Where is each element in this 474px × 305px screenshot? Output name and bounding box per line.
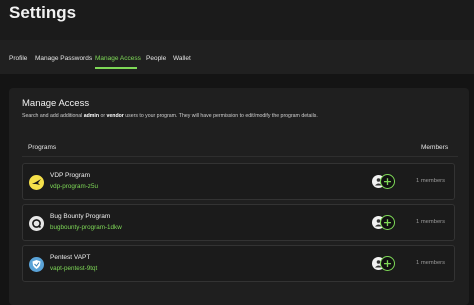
program-row[interactable]: Bug Bounty Program bugbounty-program-1dk… [22,204,455,241]
add-member-button[interactable]: + [380,256,395,271]
members-count: 1 members [416,260,445,266]
program-slug[interactable]: vdp-program-z5u [50,183,98,190]
program-row[interactable]: VDP Program vdp-program-z5u + 1 members [22,163,455,200]
page-title: Settings [9,3,77,22]
members-count: 1 members [416,178,445,184]
tabs-bar: Profile Manage Passwords Manage Access P… [0,40,474,74]
shield-icon [29,257,44,272]
programs-column-header: Programs [28,144,57,151]
program-name: Bug Bounty Program [50,213,111,220]
program-slug[interactable]: vapt-pentest-9tqt [50,265,97,272]
panel-description: Search and add additional admin or vendo… [22,113,318,119]
tab-manage-access[interactable]: Manage Access [95,55,141,62]
desc-admin: admin [83,113,100,119]
desc-suffix: users to your program. They will have pe… [123,113,318,119]
tab-people[interactable]: People [146,55,166,62]
header: Settings [0,0,474,40]
program-name: VDP Program [50,172,90,179]
desc-or: or [99,113,107,119]
program-row[interactable]: Pentest VAPT vapt-pentest-9tqt + 1 membe… [22,245,455,282]
add-member-button[interactable]: + [380,215,395,230]
program-name: Pentest VAPT [50,254,91,261]
members-column-header: Members [421,144,449,151]
manage-access-panel: Manage Access Search and add additional … [9,88,469,305]
panel-title: Manage Access [22,98,90,109]
bug-icon [29,216,44,231]
desc-prefix: Search and add additional [22,113,84,119]
tab-wallet[interactable]: Wallet [173,55,191,62]
members-count: 1 members [416,219,445,225]
bird-icon [29,175,44,190]
add-member-button[interactable]: + [380,174,395,189]
desc-vendor: vendor [106,113,124,119]
header-divider [22,156,458,157]
active-tab-indicator [95,67,137,69]
tab-profile[interactable]: Profile [9,55,27,62]
tab-manage-passwords[interactable]: Manage Passwords [35,55,92,62]
program-slug[interactable]: bugbounty-program-1dkw [50,224,122,231]
